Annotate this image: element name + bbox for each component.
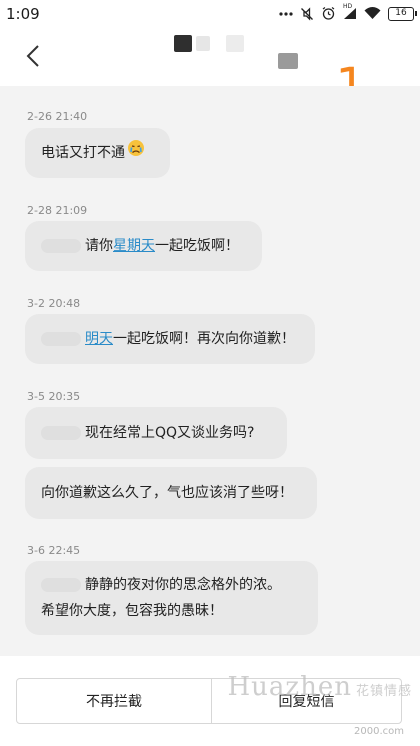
redacted-contact-name bbox=[174, 35, 192, 52]
watermark-logo: Huazhen 花镇情感 bbox=[227, 672, 412, 702]
message-bubble[interactable]: 电话又打不通 bbox=[25, 128, 170, 178]
signal-icon: HD bbox=[343, 3, 357, 20]
alarm-icon bbox=[322, 7, 335, 20]
redacted-name bbox=[41, 239, 81, 253]
watermark-site: 2000.com bbox=[354, 726, 404, 737]
crying-face-icon bbox=[127, 128, 145, 178]
date-link[interactable]: 星期天 bbox=[113, 238, 155, 254]
message-text: 一起吃饭啊！ bbox=[155, 238, 239, 254]
status-icons: HD 16 bbox=[279, 3, 417, 21]
date-link[interactable]: 明天 bbox=[85, 331, 113, 347]
message-text: 希望你大度，包容我的愚昧！ bbox=[41, 603, 223, 619]
message-text: 一起吃饭啊！再次向你道歉！ bbox=[113, 331, 295, 347]
message-thread[interactable]: 2-26 21:40 电话又打不通 2-28 21:09 请你星期天一起吃饭啊！… bbox=[0, 86, 420, 656]
message-timestamp: 3-2 20:48 bbox=[27, 297, 81, 310]
message-timestamp: 2-28 21:09 bbox=[27, 204, 88, 217]
message-text: 向你道歉这么久了，气也应该消了些呀！ bbox=[41, 485, 293, 501]
mute-icon bbox=[301, 6, 313, 21]
redacted-contact-number bbox=[278, 53, 298, 69]
redacted-name bbox=[41, 332, 81, 346]
battery-icon: 16 bbox=[388, 6, 417, 21]
message-timestamp: 3-6 22:45 bbox=[27, 544, 81, 557]
message-bubble[interactable]: 请你星期天一起吃饭啊！ bbox=[25, 221, 262, 271]
status-bar: 1:09 HD 16 bbox=[0, 0, 420, 30]
redacted-name bbox=[41, 578, 81, 592]
redacted-contact-name-2 bbox=[196, 36, 210, 51]
message-timestamp: 3-5 20:35 bbox=[27, 390, 81, 403]
wifi-icon bbox=[364, 7, 381, 19]
message-bubble[interactable]: 明天一起吃饭啊！再次向你道歉！ bbox=[25, 314, 315, 364]
redacted-contact-name-3 bbox=[226, 35, 244, 52]
message-text: 请你 bbox=[85, 238, 113, 254]
back-arrow-icon[interactable] bbox=[18, 40, 50, 72]
message-text: 静静的夜对你的思念格外的浓。 bbox=[85, 577, 281, 593]
redacted-name bbox=[41, 426, 81, 440]
status-time: 1:09 bbox=[6, 5, 40, 23]
unblock-button[interactable]: 不再拦截 bbox=[16, 678, 212, 724]
message-timestamp: 2-26 21:40 bbox=[27, 110, 88, 123]
network-label: HD bbox=[343, 3, 353, 10]
message-bubble[interactable]: 静静的夜对你的思念格外的浓。 希望你大度，包容我的愚昧！ bbox=[25, 561, 318, 635]
message-text: 电话又打不通 bbox=[41, 145, 125, 161]
message-bubble[interactable]: 向你道歉这么久了，气也应该消了些呀！ bbox=[25, 467, 317, 519]
message-bubble[interactable]: 现在经常上QQ又谈业务吗? bbox=[25, 407, 287, 459]
message-text: 现在经常上QQ又谈业务吗? bbox=[85, 425, 255, 441]
dots-icon bbox=[279, 11, 293, 16]
